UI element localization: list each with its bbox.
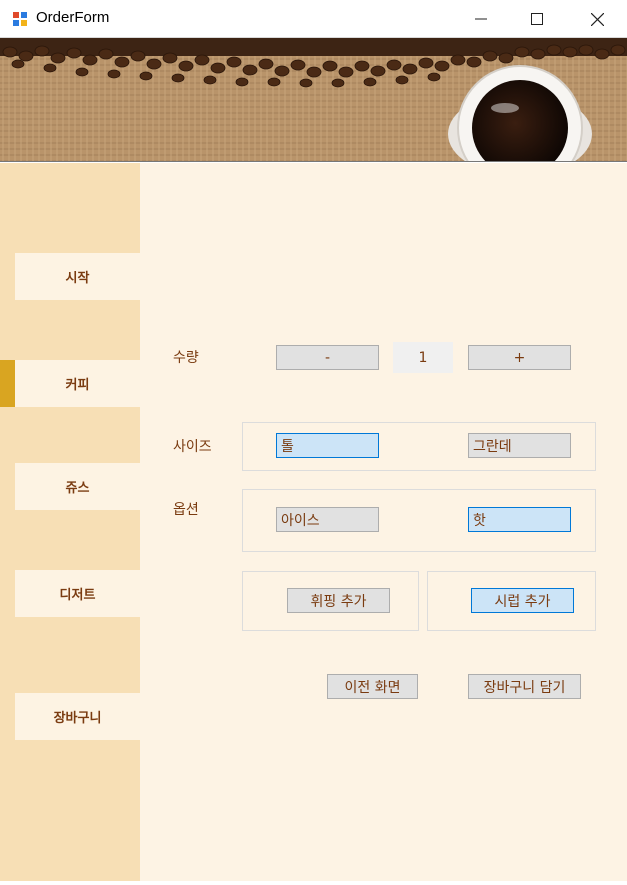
iced-button[interactable]: 아이스	[276, 507, 379, 532]
quantity-value: 1	[393, 342, 453, 373]
add-syrup-button[interactable]: 시럽 추가	[471, 588, 574, 613]
quantity-label: 수량	[173, 350, 199, 366]
minimize-button[interactable]	[451, 0, 511, 38]
quantity-minus-button[interactable]: -	[276, 345, 379, 370]
sidebar-item-juice[interactable]: 쥬스	[15, 463, 140, 510]
previous-screen-button[interactable]: 이전 화면	[327, 674, 418, 699]
close-icon	[590, 12, 604, 26]
close-button[interactable]	[567, 0, 627, 38]
size-label: 사이즈	[173, 439, 212, 455]
title-bar: OrderForm	[0, 0, 627, 38]
maximize-icon	[531, 13, 543, 25]
hot-button[interactable]: 핫	[468, 507, 571, 532]
app-icon	[12, 11, 28, 27]
option-label: 옵션	[173, 502, 199, 518]
sidebar-item-dessert[interactable]: 디저트	[15, 570, 140, 617]
sidebar-item-coffee[interactable]: 커피	[15, 360, 140, 407]
coffee-banner-graphic	[0, 38, 627, 161]
sidebar-item-cart[interactable]: 장바구니	[15, 693, 140, 740]
quantity-plus-button[interactable]: +	[468, 345, 571, 370]
maximize-button[interactable]	[507, 0, 567, 38]
minimize-icon	[475, 18, 487, 20]
size-tall-button[interactable]: 톨	[276, 433, 379, 458]
add-to-cart-button[interactable]: 장바구니 담기	[468, 674, 581, 699]
add-whipping-button[interactable]: 휘핑 추가	[287, 588, 390, 613]
size-grande-button[interactable]: 그란데	[468, 433, 571, 458]
window-bottom-edge	[0, 881, 627, 885]
window-title: OrderForm	[36, 9, 110, 26]
coffee-banner-image	[0, 38, 627, 162]
sidebar-item-start[interactable]: 시작	[15, 253, 140, 300]
